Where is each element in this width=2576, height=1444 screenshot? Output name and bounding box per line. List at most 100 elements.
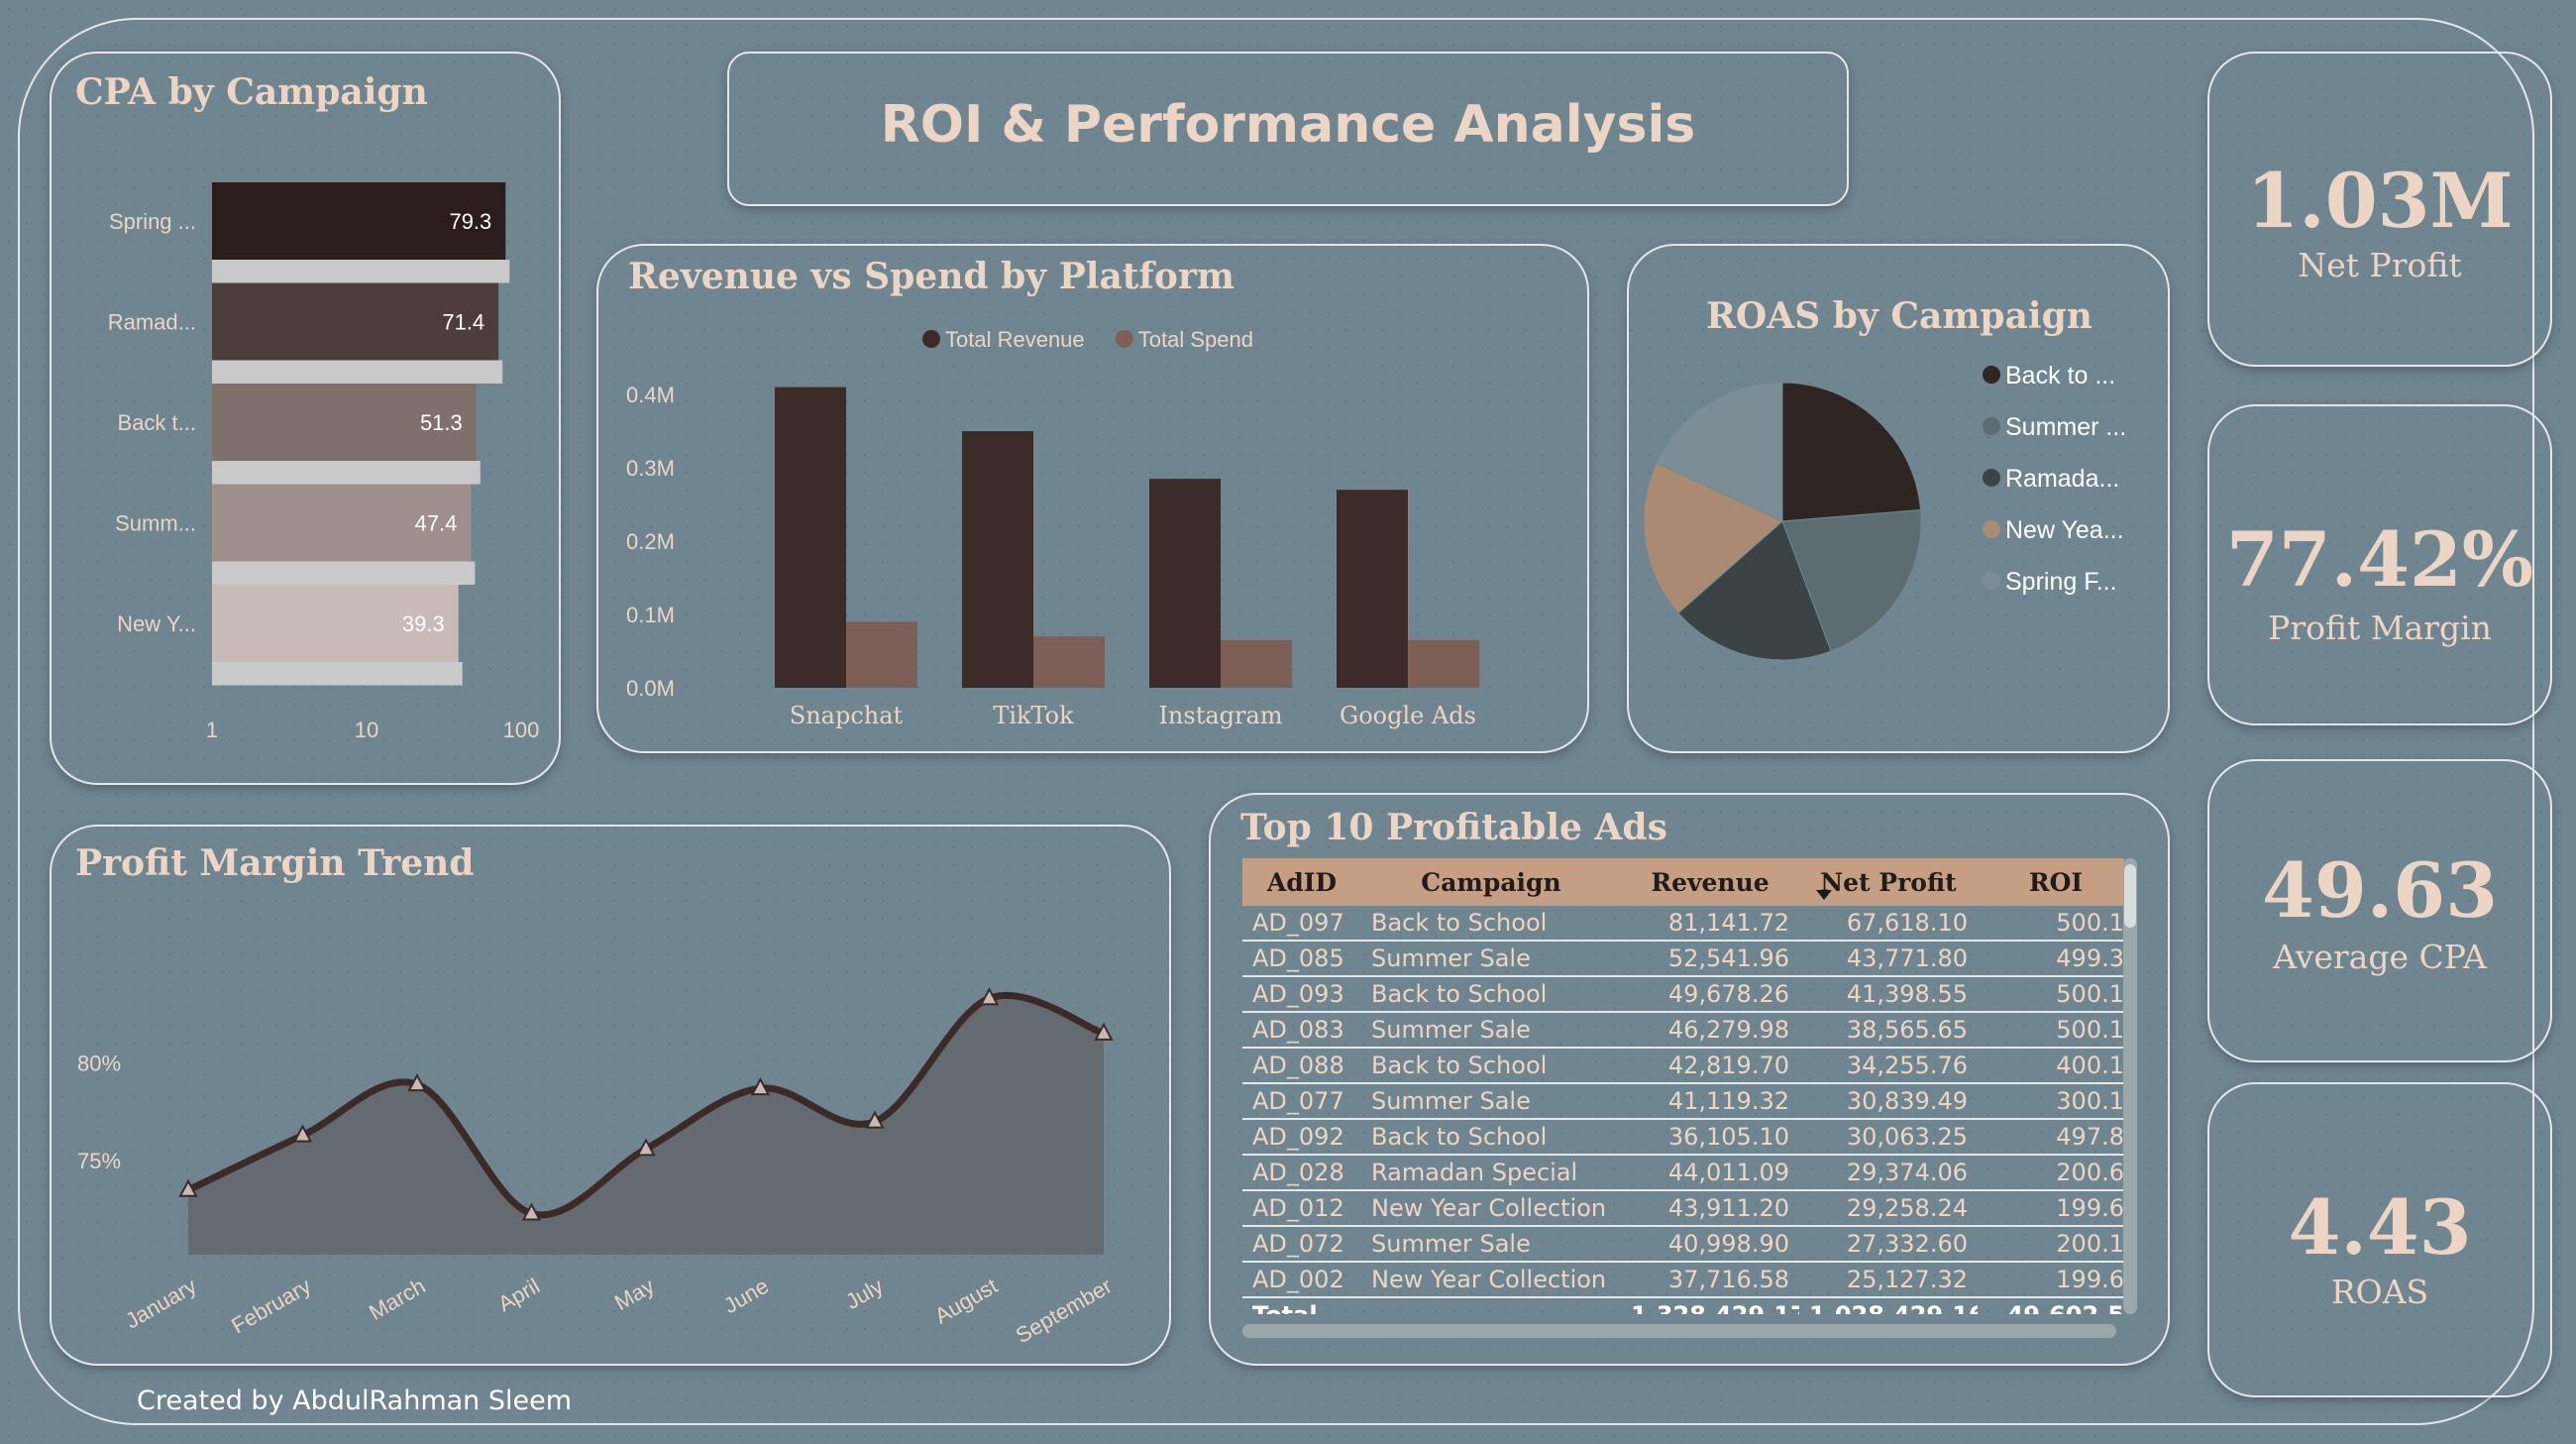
table-header-cell[interactable]: Revenue [1621,858,1799,906]
table-scrollbar-vertical[interactable] [2123,858,2137,1314]
kpi-value: 4.43 [2288,1183,2472,1272]
table-cell: 29,258.24 [1799,1190,1978,1227]
table-header-cell[interactable]: Campaign [1361,858,1621,906]
revspend-bar [962,431,1033,688]
cpa-value-label: 51.3 [420,410,463,435]
table-row[interactable]: AD_077 Summer Sale 41,119.32 30,839.49 300.1 [1242,1083,2124,1120]
table-scrollbar-horizontal[interactable] [1242,1324,2116,1338]
table-cell: Back to School [1361,1048,1621,1084]
table-cell: 500.1 [1978,1012,2124,1049]
table-row[interactable]: AD_085 Summer Sale 52,541.96 43,771.80 499.3 [1242,941,2124,977]
revspend-y-tick: 0.3M [626,456,675,481]
table-cell: Summer Sale [1361,941,1621,977]
cpa-category-label: Back t... [118,410,196,435]
table-cell: 30,839.49 [1799,1083,1978,1120]
table-row[interactable]: AD_083 Summer Sale 46,279.98 38,565.65 500.1 [1242,1012,2124,1049]
margin-y-tick: 80% [77,1051,121,1075]
table-cell: 500.1 [1978,976,2124,1013]
table-sort-icon[interactable] [1816,890,1832,900]
cpa-x-tick: 1 [206,718,218,742]
roas-legend-label: New Yea... [2005,516,2124,544]
margin-x-tick: May [610,1274,658,1315]
table-scrollbar-thumb[interactable] [2124,864,2136,928]
table-cell: 67,618.10 [1799,906,1978,942]
roas-legend-label: Summer ... [2005,413,2126,441]
revspend-x-tick: Google Ads [1340,702,1476,729]
revspend-legend-marker [922,330,940,348]
table-cell: Back to School [1361,906,1621,942]
cpa-category-label: New Y... [117,611,196,636]
table-cell: 200.1 [1978,1226,2124,1263]
top-ads-table[interactable]: AdID Campaign Revenue Net Profit ROI AD_097 B… [1242,858,2124,1314]
revspend-chart: 0.0M 0.1M 0.2M 0.3M 0.4M Snapchat TikTok Instag… [626,327,1479,729]
revspend-bar [1337,490,1408,688]
table-row[interactable]: AD_002 New Year Collection 37,716.58 25,127… [1242,1262,2124,1298]
roas-legend-label: Spring F... [2005,568,2117,596]
table-cell: 52,541.96 [1621,941,1799,977]
table-cell: 34,255.76 [1799,1048,1978,1084]
table-cell: AD_012 [1242,1190,1361,1227]
table-cell: 41,398.55 [1799,976,1978,1013]
revspend-y-tick: 0.4M [626,383,675,407]
roas-chart: Back to ... Summer ... Ramada... New Yea...… [1643,362,2126,661]
table-cell: New Year Collection [1361,1262,1621,1298]
table-total-row[interactable]: Total 1,328,429.171,028,429.1649,602.5 [1242,1297,2124,1314]
table-row[interactable]: AD_088 Back to School 42,819.70 34,255.76 40… [1242,1048,2124,1084]
credit-text: Created by AbdulRahman Sleem [137,1386,573,1416]
table-cell: 38,565.65 [1799,1012,1978,1049]
kpi-value: 77.42% [2225,515,2534,604]
title-card: ROI & Performance Analysis [727,52,1849,206]
table-cell: 43,771.80 [1799,941,1978,977]
revspend-y-tick: 0.2M [626,529,675,554]
table-cell: 37,716.58 [1621,1262,1799,1298]
table-cell: AD_028 [1242,1155,1361,1191]
table-cell: New Year Collection [1361,1190,1621,1227]
table-row[interactable]: AD_097 Back to School 81,141.72 67,618.10 50… [1242,906,2124,942]
cpa-category-label: Spring ... [109,209,196,234]
cpa-separator [212,260,510,283]
margin-x-tick: April [493,1274,544,1317]
roas-legend-label: Ramada... [2005,465,2119,493]
table-cell: 1,028,429.16 [1799,1297,1978,1314]
table-row[interactable]: AD_072 Summer Sale 40,998.90 27,332.60 200.1 [1242,1226,2124,1263]
cpa-chart: 79.3 Spring ... 71.4 Ramad... 51.3 Back t... 4… [108,182,540,742]
table-cell: 44,011.09 [1621,1155,1799,1191]
revspend-bar [775,387,846,688]
table-cell: AD_002 [1242,1262,1361,1298]
table-cell: 36,105.10 [1621,1119,1799,1156]
margin-y-tick: 75% [77,1149,121,1173]
roas-slice [1781,382,1922,522]
cpa-value-label: 71.4 [442,310,484,335]
revspend-card: Revenue vs Spend by Platform 0.0M 0.1M 0.2… [596,244,1589,753]
kpi-profit-margin: 77.42% Profit Margin [2207,404,2552,725]
table-cell: AD_077 [1242,1083,1361,1120]
page-title: ROI & Performance Analysis [880,95,1696,155]
table-row[interactable]: AD_012 New Year Collection 43,911.20 29,258… [1242,1190,2124,1227]
table-cell: 27,332.60 [1799,1226,1978,1263]
table-row[interactable]: AD_028 Ramadan Special 44,011.09 29,374.06 2… [1242,1155,2124,1191]
table-row[interactable]: AD_092 Back to School 36,105.10 30,063.25 49… [1242,1119,2124,1156]
kpi-label: Profit Margin [2268,609,2492,647]
cpa-separator [212,360,503,384]
kpi-label: Average CPA [2273,938,2487,976]
margin-x-tick: July [841,1274,887,1314]
cpa-x-tick: 100 [503,718,540,742]
table-cell: 40,998.90 [1621,1226,1799,1263]
roas-legend-marker [1983,469,2000,487]
table-cell: 400.1 [1978,1048,2124,1084]
table-cell: AD_083 [1242,1012,1361,1049]
table-header-cell[interactable]: ROI [1978,858,2124,906]
cpa-value-label: 79.3 [449,209,491,234]
table-header-cell[interactable]: AdID [1242,858,1361,906]
cpa-category-label: Ramad... [108,310,196,335]
cpa-x-tick: 10 [355,718,378,742]
revspend-bar [1221,639,1292,688]
margin-x-tick: January [121,1274,200,1334]
kpi-label: ROAS [2330,1273,2429,1311]
table-cell: Summer Sale [1361,1012,1621,1049]
table-cell: 30,063.25 [1799,1119,1978,1156]
margin-x-tick: February [227,1274,315,1339]
roas-card: ROAS by Campaign Back to ... Summer ... Ra… [1627,244,2170,753]
table-row[interactable]: AD_093 Back to School 49,678.26 41,398.55 50… [1242,976,2124,1013]
cpa-category-label: Summ... [115,511,196,536]
